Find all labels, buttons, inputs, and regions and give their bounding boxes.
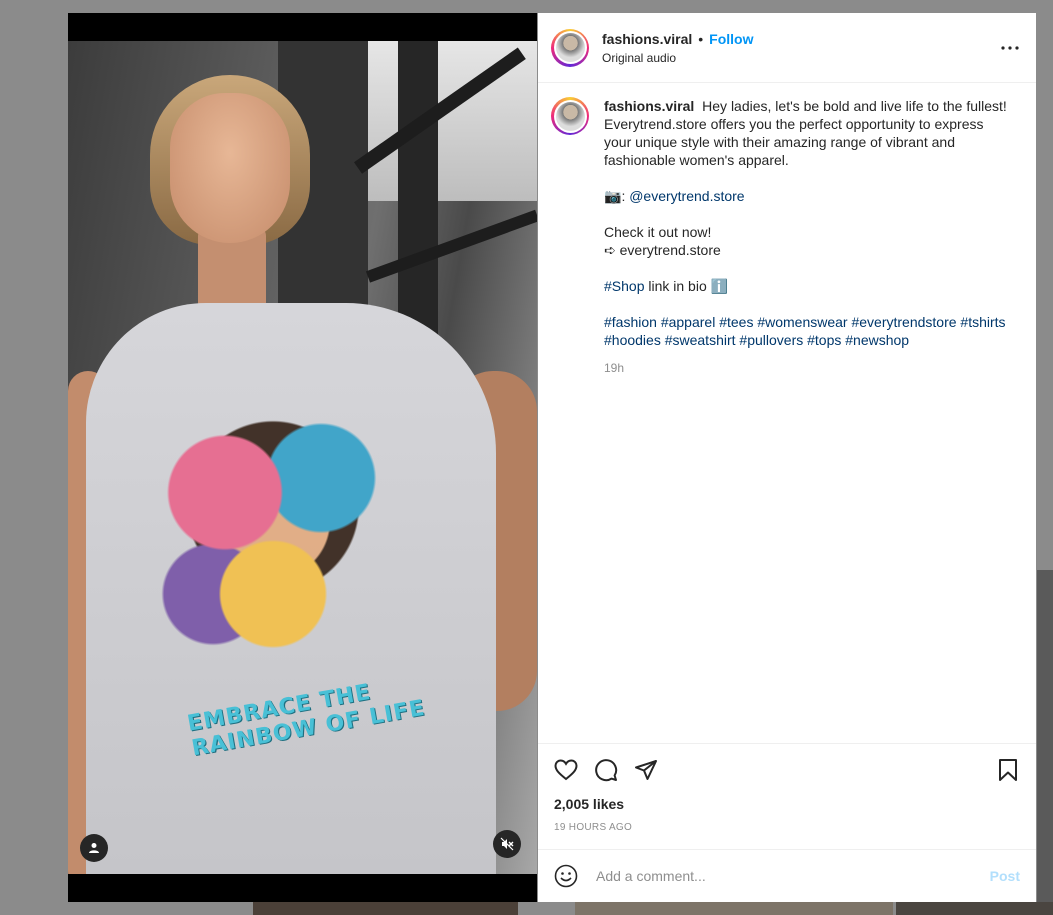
user-icon — [89, 843, 99, 853]
caption-text: fashions.viral Hey ladies, let's be bold… — [604, 97, 1014, 377]
avatar-image — [555, 33, 585, 62]
post-header: fashions.viral • Follow Original audio — [538, 13, 1036, 83]
emoji-button[interactable] — [554, 864, 578, 888]
caption-shop: #Shop link in bio ℹ️ — [604, 277, 1014, 295]
shop-text: link in bio — [644, 278, 711, 294]
post-media[interactable]: EMBRACE THE RAINBOW OF LIFE — [68, 13, 537, 902]
follow-button[interactable]: Follow — [709, 31, 753, 47]
caption-avatar-border — [553, 99, 587, 133]
arrow-icon: ➪ — [604, 242, 616, 258]
camera-emoji-icon: 📷 — [604, 188, 622, 204]
separator-dot: • — [698, 30, 704, 47]
comments-section: fashions.viral Hey ladies, let's be bold… — [538, 83, 1036, 743]
comment-button[interactable] — [594, 758, 618, 782]
background-beam-2 — [365, 209, 537, 283]
comment-input[interactable] — [594, 867, 990, 885]
feed-tile-bottom-3 — [896, 902, 1053, 915]
caption-paragraph-1: fashions.viral Hey ladies, let's be bold… — [604, 97, 1014, 169]
hashtags-line-1[interactable]: #fashion #apparel #tees #womenswear #eve… — [604, 313, 1014, 331]
caption-avatar-image — [555, 101, 585, 131]
save-button[interactable] — [996, 758, 1020, 782]
site-line: ➪ everytrend.store — [604, 241, 1014, 259]
caption-timestamp[interactable]: 19h — [604, 359, 1014, 377]
hashtag-shop[interactable]: #Shop — [604, 278, 644, 294]
avatar-border — [553, 31, 587, 64]
username-link[interactable]: fashions.viral — [602, 31, 692, 47]
post-comment-button[interactable]: Post — [990, 868, 1020, 884]
share-button[interactable] — [634, 758, 658, 782]
caption-avatar[interactable] — [551, 97, 589, 135]
like-button[interactable] — [554, 758, 578, 782]
likes-count[interactable]: 2,005 likes — [554, 796, 1020, 812]
feed-tile-right — [1037, 570, 1053, 915]
post-video[interactable]: EMBRACE THE RAINBOW OF LIFE — [68, 41, 537, 874]
header-top: fashions.viral • Follow — [602, 31, 754, 47]
post-detail-panel: fashions.viral • Follow Original audio f… — [538, 13, 1036, 902]
site-text: everytrend.store — [619, 242, 721, 258]
header-text: fashions.viral • Follow Original audio — [602, 31, 754, 65]
comment-icon — [595, 759, 618, 782]
post-actions: 2,005 likes 19 HOURS AGO — [538, 743, 1036, 849]
feed-tile-bottom-1 — [253, 902, 518, 915]
caption-credit: 📷: @everytrend.store — [604, 187, 1014, 205]
more-icon — [1001, 45, 1019, 50]
caption: fashions.viral Hey ladies, let's be bold… — [551, 97, 1020, 377]
caption-hashtags: #fashion #apparel #tees #womenswear #eve… — [604, 313, 1014, 349]
comment-bar: Post — [538, 849, 1036, 902]
caption-username[interactable]: fashions.viral — [604, 98, 694, 114]
mute-button[interactable] — [493, 830, 521, 858]
bookmark-icon — [999, 759, 1017, 781]
smiley-icon — [554, 864, 578, 888]
audio-link[interactable]: Original audio — [602, 51, 754, 65]
check-out-text: Check it out now! — [604, 224, 712, 240]
feed-tile-bottom-2 — [575, 902, 893, 915]
caption-cta: Check it out now! ➪ everytrend.store — [604, 223, 1014, 259]
tshirt-print-graphic — [153, 391, 393, 681]
post-time-ago[interactable]: 19 HOURS AGO — [554, 822, 1020, 849]
avatar[interactable] — [551, 28, 589, 67]
send-icon — [635, 760, 657, 780]
tagged-users-button[interactable] — [80, 834, 108, 862]
more-options-button[interactable] — [998, 36, 1022, 60]
action-icons — [554, 756, 1020, 784]
mention-link[interactable]: @everytrend.store — [629, 188, 744, 204]
audio-muted-icon — [500, 837, 514, 851]
heart-icon — [554, 759, 578, 781]
info-emoji-icon: ℹ️ — [710, 278, 729, 294]
person-face — [170, 93, 290, 243]
hashtags-line-2[interactable]: #hoodies #sweatshirt #pullovers #tops #n… — [604, 331, 1014, 349]
